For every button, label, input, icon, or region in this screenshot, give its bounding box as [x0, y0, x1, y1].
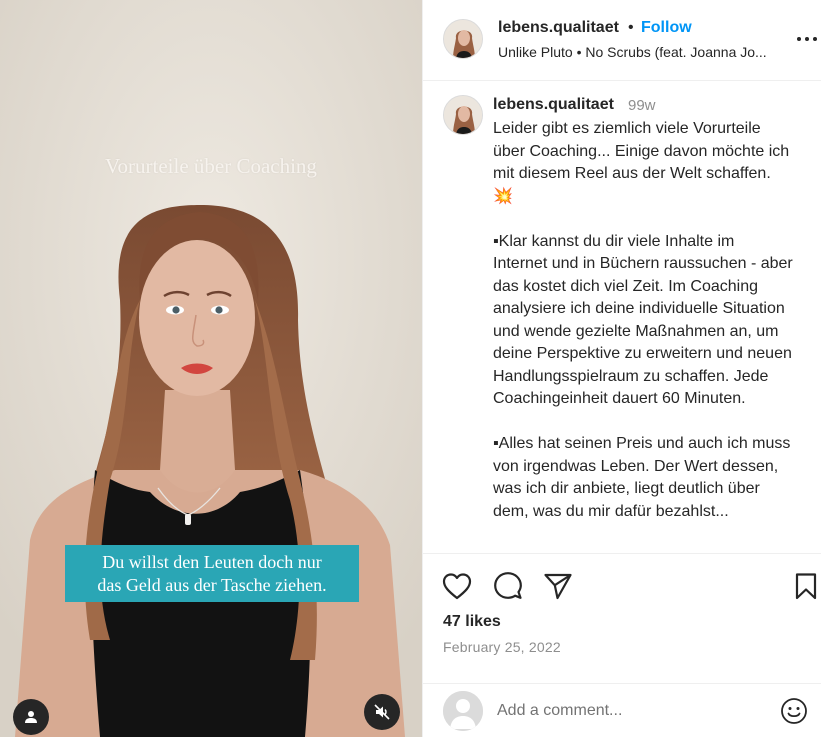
more-options-button[interactable]: [795, 28, 819, 48]
video-caption-line1: Du willst den Leuten doch nur: [102, 552, 322, 572]
post-actions: 47 likes February 25, 2022: [423, 553, 821, 683]
add-comment-bar: [423, 683, 821, 737]
video-frame-person: [0, 0, 422, 737]
caption-timestamp[interactable]: 99w: [628, 97, 656, 114]
paper-plane-icon: [544, 573, 572, 600]
user-icon: [25, 711, 37, 723]
heart-icon: [442, 573, 472, 600]
default-avatar-icon: [443, 691, 483, 731]
viewer-avatar: [443, 691, 483, 731]
speaker-muted-icon: [374, 704, 390, 720]
video-overlay-title: Vorurteile über Coaching: [105, 154, 317, 178]
caption-scroll-area[interactable]: lebens.qualitaet 99w Leider gibt es ziem…: [423, 82, 821, 552]
share-button[interactable]: [542, 570, 574, 602]
reel-video[interactable]: Vorurteile über Coaching Du willst den L…: [0, 0, 422, 737]
post-side-panel: lebens.qualitaet • Follow Unlike Pluto •…: [422, 0, 821, 737]
likes-count[interactable]: 47 likes: [443, 613, 501, 631]
caption-author-username[interactable]: lebens.qualitaet: [493, 96, 614, 114]
more-horizontal-icon: [797, 37, 817, 41]
post-date: February 25, 2022: [443, 639, 561, 655]
post-header: lebens.qualitaet • Follow Unlike Pluto •…: [423, 0, 821, 81]
audio-track-link[interactable]: Unlike Pluto • No Scrubs (feat. Joanna J…: [498, 44, 788, 60]
author-avatar[interactable]: [443, 19, 483, 59]
save-button[interactable]: [790, 570, 821, 602]
author-username[interactable]: lebens.qualitaet: [498, 19, 619, 37]
tagged-users-button[interactable]: [13, 699, 49, 735]
mute-button[interactable]: [364, 694, 400, 730]
caption-author-avatar[interactable]: [443, 95, 483, 135]
post-caption-text: Leider gibt es ziemlich viele Vorurteile…: [493, 120, 793, 520]
separator-dot: •: [628, 19, 634, 36]
add-comment-input[interactable]: [497, 699, 767, 723]
comment-button[interactable]: [492, 570, 524, 602]
video-caption-line2: das Geld aus der Tasche ziehen.: [97, 575, 327, 595]
smiley-icon: [781, 698, 807, 724]
video-caption-box: Du willst den Leuten doch nur das Geld a…: [65, 545, 359, 602]
emoji-picker-button[interactable]: [780, 697, 808, 725]
comment-bubble-icon: [494, 572, 522, 599]
follow-button[interactable]: Follow: [641, 19, 692, 37]
like-button[interactable]: [441, 570, 473, 602]
bookmark-icon: [795, 573, 817, 600]
